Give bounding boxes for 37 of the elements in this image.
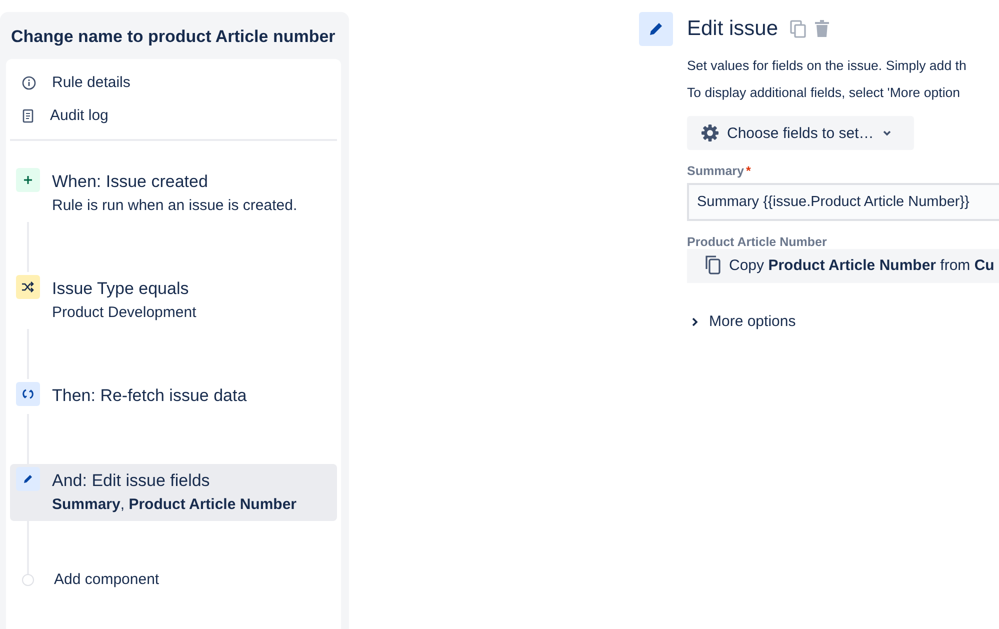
summary-input-field[interactable]: Summary {{issue.Product Article Number}} — [687, 183, 999, 221]
editor-title: Edit issue — [687, 17, 778, 41]
pencil-icon — [639, 12, 673, 46]
copy-icon — [705, 255, 721, 275]
trash-icon[interactable] — [814, 20, 830, 38]
field-label: Product Article Number — [687, 235, 828, 249]
rule-step[interactable]: And: Edit issue fields Summary, Product Article Number — [10, 464, 337, 521]
description-text: To display additional fields, select 'More option — [687, 85, 962, 100]
step-detail: Summary, Product Article Number — [52, 496, 297, 513]
add-component-link[interactable]: Add component — [10, 571, 337, 588]
nav-item[interactable]: Rule details — [10, 67, 337, 100]
refresh-icon — [16, 382, 40, 406]
nav-item[interactable]: Audit log — [10, 100, 337, 133]
pencil-icon — [16, 467, 40, 491]
chevron-down-icon — [882, 129, 892, 137]
document-icon — [22, 108, 34, 122]
nav-label: Rule details — [52, 74, 130, 91]
field-label: Summary * — [687, 164, 752, 178]
info-icon — [22, 76, 36, 90]
copy-icon[interactable] — [790, 20, 806, 38]
add-component-label: Add component — [54, 571, 160, 588]
chevron-right-icon — [691, 316, 699, 326]
step-detail: Rule is run when an issue is created. — [52, 197, 298, 214]
rule-title: Change name to product Article number — [10, 26, 336, 48]
step-title: And: Edit issue fields — [52, 471, 211, 491]
settings-icon — [701, 124, 719, 142]
choose-fields-button[interactable]: Choose fields to set… — [687, 116, 914, 150]
step-title: Then: Re-fetch issue data — [52, 386, 247, 406]
description-text: Set values for fields on the issue. Simply add th — [687, 58, 968, 73]
copy-value-text: Copy Product Article Number from Cu — [729, 256, 994, 274]
shuffle-icon — [16, 275, 40, 299]
nav-label: Audit log — [50, 107, 108, 124]
step-detail: Product Development — [52, 304, 196, 321]
step-title: When: Issue created — [52, 172, 209, 192]
plus-icon — [16, 168, 40, 192]
more-options-toggle[interactable]: More options — [687, 313, 999, 330]
step-title: Issue Type equals — [52, 279, 190, 299]
